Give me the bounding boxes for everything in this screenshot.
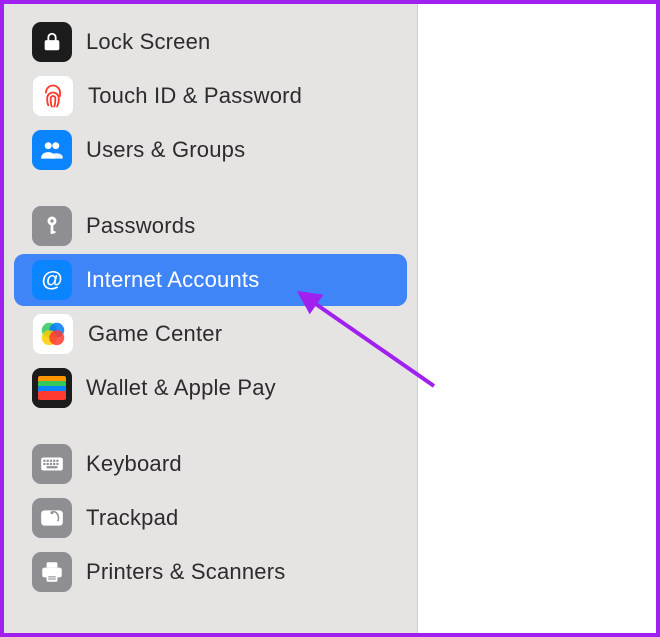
sidebar-item-touch-id[interactable]: Touch ID & Password — [14, 70, 407, 122]
sidebar-item-label: Touch ID & Password — [88, 83, 302, 109]
printer-icon — [32, 552, 72, 592]
key-icon — [32, 206, 72, 246]
sidebar-item-lock-screen[interactable]: Lock Screen — [14, 16, 407, 68]
sidebar-item-label: Wallet & Apple Pay — [86, 375, 276, 401]
sidebar-item-trackpad[interactable]: Trackpad — [14, 492, 407, 544]
sidebar-item-label: Game Center — [88, 321, 222, 347]
sidebar-item-game-center[interactable]: Game Center — [14, 308, 407, 360]
settings-sidebar: Lock Screen Touch ID & Password Users & … — [4, 4, 418, 633]
sidebar-item-label: Lock Screen — [86, 29, 211, 55]
sidebar-item-printers[interactable]: Printers & Scanners — [14, 546, 407, 598]
sidebar-item-label: Users & Groups — [86, 137, 245, 163]
game-center-icon — [32, 313, 74, 355]
sidebar-item-label: Printers & Scanners — [86, 559, 285, 585]
window-frame: Lock Screen Touch ID & Password Users & … — [0, 0, 660, 637]
sidebar-group: Passwords @ Internet Accounts Game Cente… — [4, 200, 417, 436]
sidebar-item-users-groups[interactable]: Users & Groups — [14, 124, 407, 176]
sidebar-item-label: Trackpad — [86, 505, 179, 531]
svg-text:@: @ — [41, 267, 62, 292]
sidebar-group: Keyboard Trackpad Printers & Scanners — [4, 438, 417, 620]
content-pane — [418, 4, 656, 633]
sidebar-item-label: Internet Accounts — [86, 267, 259, 293]
keyboard-icon — [32, 444, 72, 484]
sidebar-item-passwords[interactable]: Passwords — [14, 200, 407, 252]
sidebar-item-wallet[interactable]: Wallet & Apple Pay — [14, 362, 407, 414]
fingerprint-icon — [32, 75, 74, 117]
at-sign-icon: @ — [32, 260, 72, 300]
trackpad-icon — [32, 498, 72, 538]
sidebar-item-label: Keyboard — [86, 451, 182, 477]
users-icon — [32, 130, 72, 170]
sidebar-item-internet-accounts[interactable]: @ Internet Accounts — [14, 254, 407, 306]
sidebar-group: Lock Screen Touch ID & Password Users & … — [4, 16, 417, 198]
sidebar-item-keyboard[interactable]: Keyboard — [14, 438, 407, 490]
wallet-icon — [32, 368, 72, 408]
sidebar-item-label: Passwords — [86, 213, 195, 239]
lock-icon — [32, 22, 72, 62]
